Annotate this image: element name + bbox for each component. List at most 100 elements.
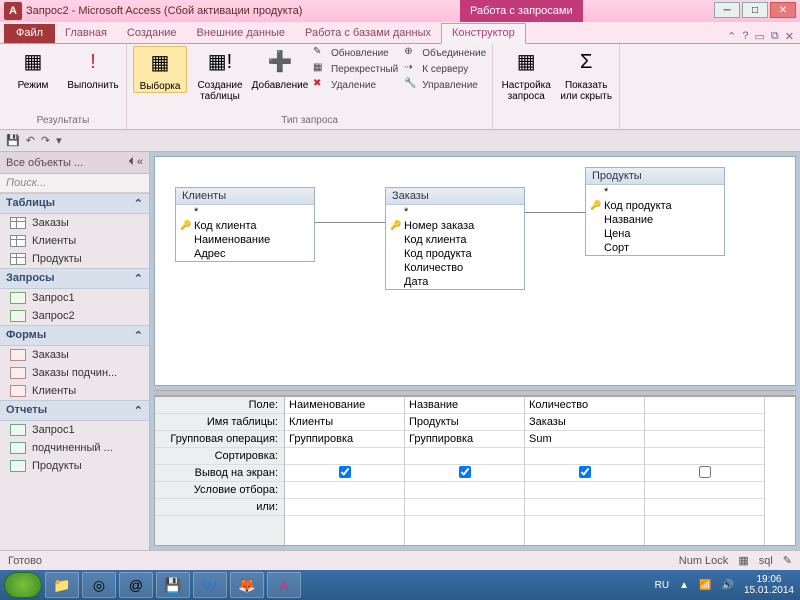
crosstab-icon: ▦: [313, 62, 327, 76]
nav-search[interactable]: Поиск...: [0, 174, 149, 193]
table-icon: ▦: [144, 47, 176, 79]
taskbar-chrome[interactable]: ◎: [82, 572, 116, 598]
maximize-button[interactable]: □: [742, 2, 768, 18]
query-icon: [10, 292, 26, 304]
grid-icon: ▦: [17, 46, 49, 78]
minimize-button[interactable]: ─: [714, 2, 740, 18]
nav-form-item[interactable]: Заказы подчин...: [0, 364, 149, 382]
diagram-pane[interactable]: Клиенты * Код клиента Наименование Адрес…: [154, 156, 796, 386]
lang-indicator[interactable]: RU: [655, 580, 669, 591]
form-icon: [10, 349, 26, 361]
query-setup-button[interactable]: ▦ Настройка запроса: [499, 46, 553, 102]
nav-report-item[interactable]: Запрос1: [0, 421, 149, 439]
qat-dropdown-icon[interactable]: ▾: [56, 134, 62, 147]
tray-network-icon[interactable]: 📶: [699, 580, 711, 591]
nav-table-item[interactable]: Заказы: [0, 214, 149, 232]
redo-icon[interactable]: ↷: [41, 134, 50, 147]
tab-database[interactable]: Работа с базами данных: [295, 24, 441, 43]
report-icon: [10, 442, 26, 454]
chevron-left-icon[interactable]: ⏴ «: [128, 156, 143, 169]
mdi-restore-icon[interactable]: ⧉: [771, 30, 779, 43]
chevron-up-icon: ⌃: [134, 329, 143, 342]
show-checkbox[interactable]: [459, 466, 471, 478]
nav-query-item[interactable]: Запрос1: [0, 289, 149, 307]
taskbar-mail[interactable]: @: [119, 572, 153, 598]
nav-cat-tables[interactable]: Таблицы⌃: [0, 193, 149, 214]
datadef-button[interactable]: 🔧Управление: [404, 78, 486, 92]
server-icon: ⇢: [404, 62, 418, 76]
app-icon: A: [4, 2, 22, 20]
help-icon[interactable]: ?: [742, 30, 748, 43]
taskbar-access[interactable]: A: [267, 572, 301, 598]
file-tab[interactable]: Файл: [4, 24, 55, 43]
taskbar-word[interactable]: W: [193, 572, 227, 598]
grid-row-labels: Поле:Имя таблицы:Групповая операция: Сор…: [155, 397, 285, 545]
nav-form-item[interactable]: Заказы: [0, 346, 149, 364]
exclaim-icon: !: [77, 46, 109, 78]
nav-cat-queries[interactable]: Запросы⌃: [0, 268, 149, 289]
nav-table-item[interactable]: Продукты: [0, 250, 149, 268]
chevron-up-icon: ⌃: [134, 404, 143, 417]
table-box-products[interactable]: Продукты * Код продукта Название Цена Со…: [585, 167, 725, 256]
taskbar-save[interactable]: 💾: [156, 572, 190, 598]
nav-cat-reports[interactable]: Отчеты⌃: [0, 400, 149, 421]
table-box-orders[interactable]: Заказы * Номер заказа Код клиента Код пр…: [385, 187, 525, 290]
nav-header[interactable]: Все объекты ... ⏴ «: [0, 152, 149, 174]
show-hide-button[interactable]: Σ Показать или скрыть: [559, 46, 613, 102]
tab-home[interactable]: Главная: [55, 24, 117, 43]
select-query-button[interactable]: ▦ Выборка: [133, 46, 187, 93]
passthrough-button[interactable]: ⇢К серверу: [404, 62, 486, 76]
grid-column[interactable]: КоличествоЗаказыSum: [525, 397, 645, 545]
view-button[interactable]: ▦ Режим: [6, 46, 60, 91]
show-checkbox[interactable]: [339, 466, 351, 478]
view-design-icon[interactable]: ✎: [783, 554, 792, 567]
taskbar-firefox[interactable]: 🦊: [230, 572, 264, 598]
table-box-clients[interactable]: Клиенты * Код клиента Наименование Адрес: [175, 187, 315, 262]
nav-table-item[interactable]: Клиенты: [0, 232, 149, 250]
close-button[interactable]: ✕: [770, 2, 796, 18]
tab-design[interactable]: Конструктор: [441, 23, 526, 44]
nav-report-item[interactable]: подчиненный ...: [0, 439, 149, 457]
crosstab-button[interactable]: ▦Перекрестный: [313, 62, 398, 76]
delete-button[interactable]: ✖Удаление: [313, 78, 398, 92]
tray-flag-icon[interactable]: ▲: [679, 580, 689, 591]
grid-column[interactable]: НаименованиеКлиентыГруппировка: [285, 397, 405, 545]
nav-cat-forms[interactable]: Формы⌃: [0, 325, 149, 346]
design-grid: Поле:Имя таблицы:Групповая операция: Сор…: [154, 396, 796, 546]
ribbon: ▦ Режим ! Выполнить Результаты ▦ Выборка…: [0, 44, 800, 130]
sigma-icon: Σ: [570, 46, 602, 78]
undo-icon[interactable]: ↶: [26, 134, 35, 147]
tray-volume-icon[interactable]: 🔊: [721, 580, 733, 591]
nav-report-item[interactable]: Продукты: [0, 457, 149, 475]
ribbon-minimize-icon[interactable]: ⌃: [727, 30, 736, 43]
delete-icon: ✖: [313, 78, 327, 92]
view-sql-icon[interactable]: sql: [759, 555, 773, 567]
start-button[interactable]: [4, 572, 42, 598]
mdi-close-icon[interactable]: ✕: [785, 30, 794, 43]
nav-query-item[interactable]: Запрос2: [0, 307, 149, 325]
table-icon: [10, 253, 26, 265]
save-icon[interactable]: 💾: [6, 134, 20, 147]
mdi-min-icon[interactable]: ▭: [755, 30, 765, 43]
update-button[interactable]: ✎Обновление: [313, 46, 398, 60]
tab-create[interactable]: Создание: [117, 24, 187, 43]
title-bar: A Запрос2 - Microsoft Access (Сбой актив…: [0, 0, 800, 22]
make-table-button[interactable]: ▦! Создание таблицы: [193, 46, 247, 102]
grid-column[interactable]: [645, 397, 765, 545]
view-datasheet-icon[interactable]: ▦: [738, 554, 748, 567]
tab-external[interactable]: Внешние данные: [187, 24, 295, 43]
append-button[interactable]: ➕ Добавление: [253, 46, 307, 91]
run-button[interactable]: ! Выполнить: [66, 46, 120, 91]
show-checkbox[interactable]: [699, 466, 711, 478]
query-workspace: Клиенты * Код клиента Наименование Адрес…: [150, 152, 800, 550]
grid-column[interactable]: НазваниеПродуктыГруппировка: [405, 397, 525, 545]
window-title: Запрос2 - Microsoft Access (Сбой активац…: [26, 5, 302, 17]
union-button[interactable]: ⊕Объединение: [404, 46, 486, 60]
report-icon: [10, 460, 26, 472]
chevron-up-icon: ⌃: [134, 197, 143, 210]
nav-form-item[interactable]: Клиенты: [0, 382, 149, 400]
show-checkbox[interactable]: [579, 466, 591, 478]
taskbar-clock[interactable]: 19:0615.01.2014: [744, 574, 794, 596]
taskbar-explorer[interactable]: 📁: [45, 572, 79, 598]
status-ready: Готово: [8, 555, 42, 567]
